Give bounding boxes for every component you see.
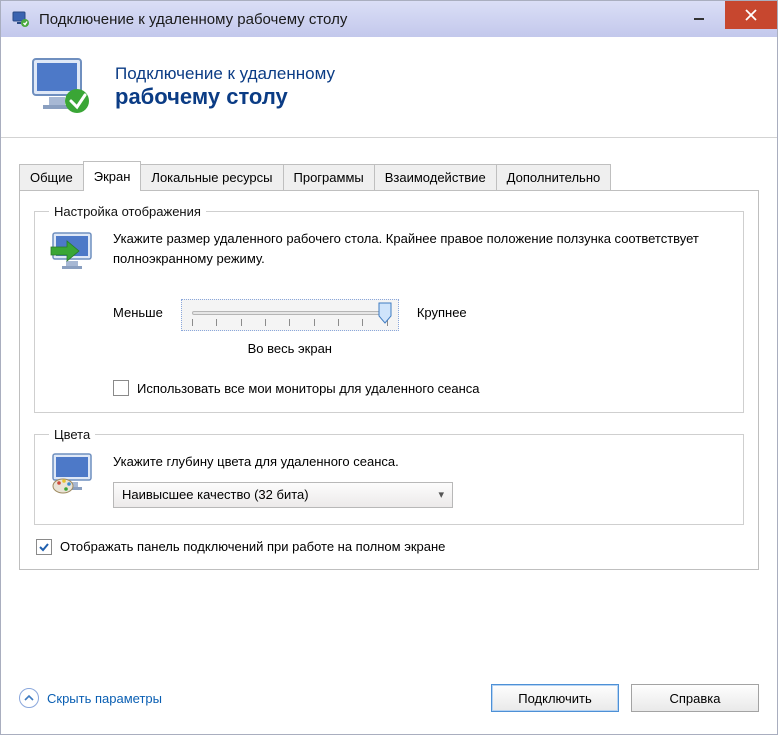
slider-value-label: Во весь экран xyxy=(181,341,399,356)
close-icon xyxy=(745,9,757,21)
tab-advanced[interactable]: Дополнительно xyxy=(496,164,612,190)
minimize-icon xyxy=(693,9,705,21)
tab-general[interactable]: Общие xyxy=(19,164,84,190)
slider-label-less: Меньше xyxy=(113,299,163,320)
header-line1: Подключение к удаленному xyxy=(115,64,335,84)
check-icon xyxy=(38,541,50,553)
monitor-arrow-icon xyxy=(49,229,99,273)
connection-bar-row: Отображать панель подключений при работе… xyxy=(36,539,742,555)
titlebar: Подключение к удаленному рабочему столу xyxy=(1,1,777,37)
display-config-legend: Настройка отображения xyxy=(49,204,206,219)
rdc-window: Подключение к удаленному рабочему столу xyxy=(0,0,778,735)
tab-experience[interactable]: Взаимодействие xyxy=(374,164,497,190)
app-icon xyxy=(11,9,31,29)
color-depth-combobox[interactable]: Наивысшее качество (32 бита) ▾ xyxy=(113,482,453,508)
use-all-monitors-label: Использовать все мои мониторы для удален… xyxy=(137,381,480,396)
footer-buttons: Подключить Справка xyxy=(491,684,759,712)
collapse-icon xyxy=(19,688,39,708)
close-button[interactable] xyxy=(725,1,777,29)
chevron-up-icon xyxy=(24,693,34,703)
header-line2: рабочему столу xyxy=(115,84,335,110)
hide-options-link[interactable]: Скрыть параметры xyxy=(19,688,162,708)
slider-thumb[interactable] xyxy=(378,302,392,324)
slider-label-more: Крупнее xyxy=(417,299,467,320)
tab-screen[interactable]: Экран xyxy=(83,161,142,190)
monitor-palette-icon xyxy=(49,452,99,496)
dialog-footer: Скрыть параметры Подключить Справка xyxy=(19,684,759,712)
header-text: Подключение к удаленному рабочему столу xyxy=(115,64,335,110)
connect-button[interactable]: Подключить xyxy=(491,684,619,712)
tab-panel-screen: Настройка отображения Укажите размер уда… xyxy=(19,190,759,570)
connection-bar-label: Отображать панель подключений при работе… xyxy=(60,539,445,554)
hide-options-label: Скрыть параметры xyxy=(47,691,162,706)
rdc-logo-icon xyxy=(25,55,97,119)
display-desc: Укажите размер удаленного рабочего стола… xyxy=(113,229,729,273)
colors-group: Цвета xyxy=(34,427,744,525)
colors-desc: Укажите глубину цвета для удаленного сеа… xyxy=(113,452,729,472)
dialog-content: Общие Экран Локальные ресурсы Программы … xyxy=(1,138,777,582)
tab-local-resources[interactable]: Локальные ресурсы xyxy=(140,164,283,190)
dialog-header: Подключение к удаленному рабочему столу xyxy=(1,37,777,138)
help-button[interactable]: Справка xyxy=(631,684,759,712)
use-all-monitors-checkbox[interactable] xyxy=(113,380,129,396)
minimize-button[interactable] xyxy=(673,1,725,29)
colors-legend: Цвета xyxy=(49,427,95,442)
tabstrip: Общие Экран Локальные ресурсы Программы … xyxy=(19,161,759,191)
resolution-slider[interactable]: Во весь экран xyxy=(181,299,399,356)
window-controls xyxy=(673,1,777,37)
slider-track xyxy=(181,299,399,331)
use-all-monitors-row: Использовать все мои мониторы для удален… xyxy=(113,380,729,396)
color-depth-value: Наивысшее качество (32 бита) xyxy=(122,487,309,502)
display-config-group: Настройка отображения Укажите размер уда… xyxy=(34,204,744,413)
chevron-down-icon: ▾ xyxy=(438,488,444,501)
resolution-slider-row: Меньше xyxy=(113,299,729,356)
tab-programs[interactable]: Программы xyxy=(283,164,375,190)
connection-bar-checkbox[interactable] xyxy=(36,539,52,555)
window-title: Подключение к удаленному рабочему столу xyxy=(39,11,673,28)
colors-row: Укажите глубину цвета для удаленного сеа… xyxy=(49,452,729,508)
display-desc-row: Укажите размер удаленного рабочего стола… xyxy=(49,229,729,273)
colors-body: Укажите глубину цвета для удаленного сеа… xyxy=(113,452,729,508)
slider-ticks xyxy=(192,319,388,326)
slider-line xyxy=(192,311,388,315)
